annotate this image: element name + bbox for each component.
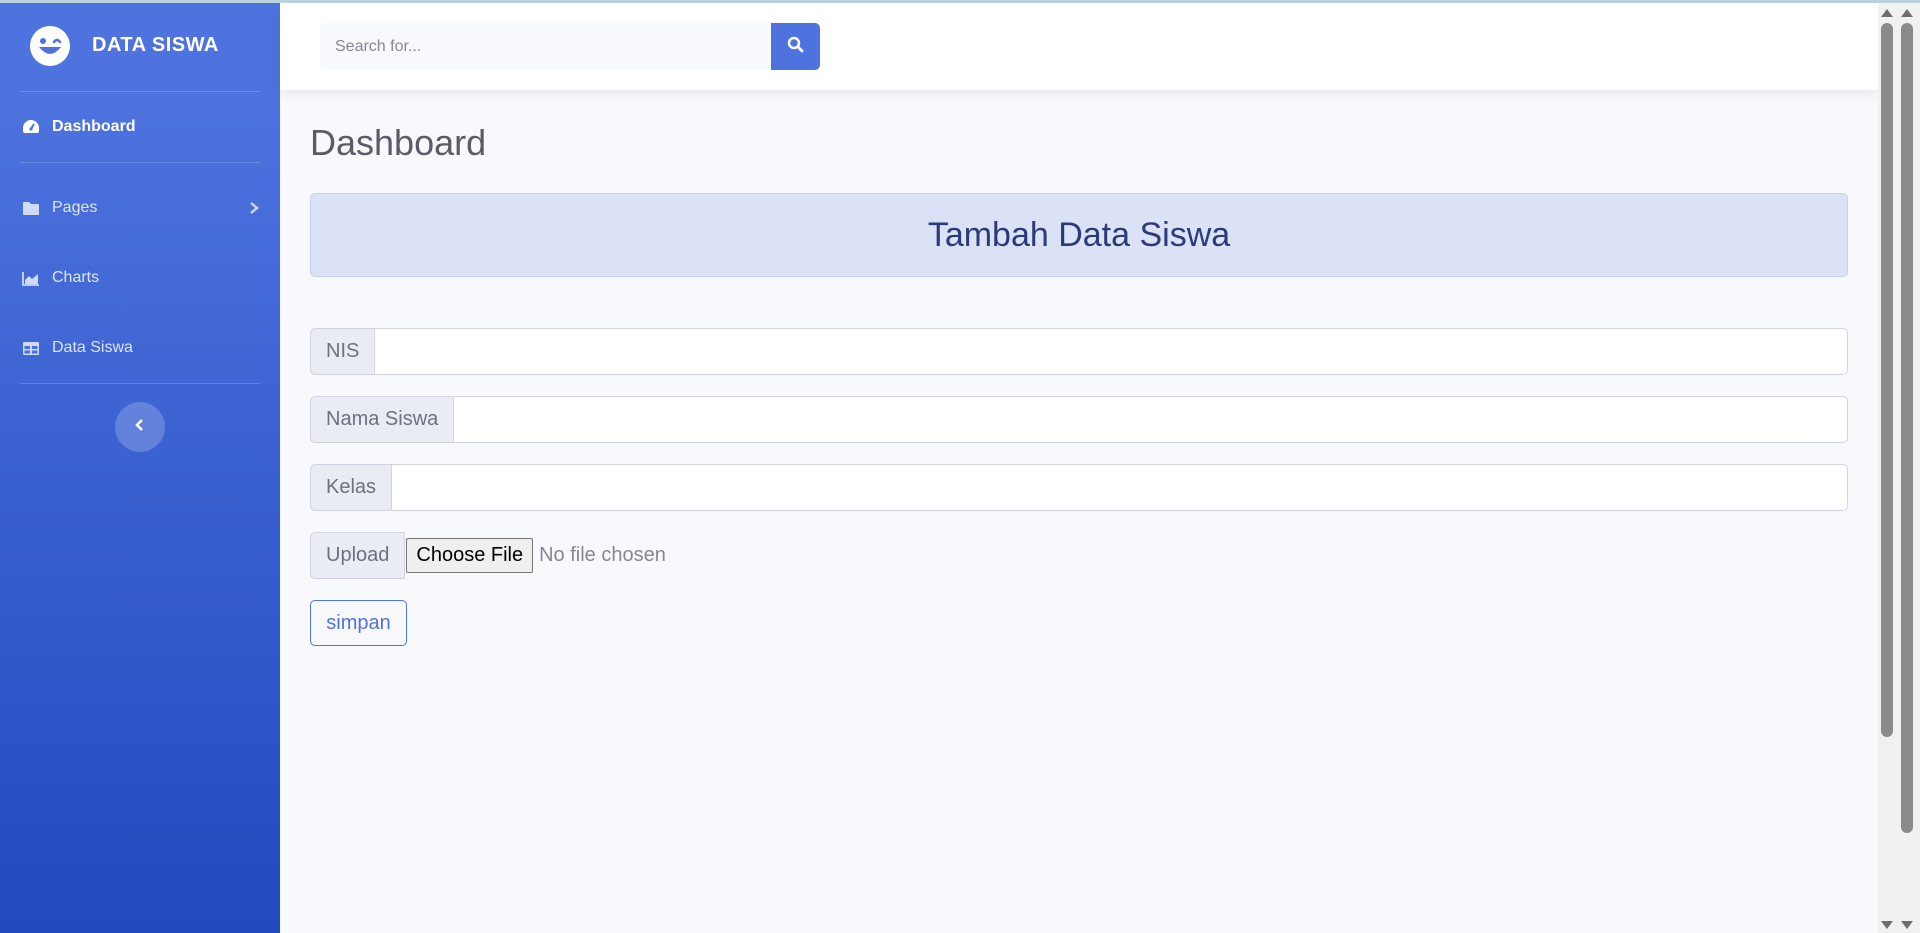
- brand-title: DATA SISWA: [92, 34, 219, 56]
- upload-row: Upload Choose File No file chosen: [310, 532, 1848, 579]
- page-scrollbar[interactable]: [1878, 3, 1920, 933]
- tachometer-icon: [20, 118, 42, 136]
- kelas-row: Kelas: [310, 464, 1848, 511]
- scroll-thumb[interactable]: [1881, 23, 1893, 737]
- page-title: Dashboard: [310, 122, 487, 163]
- kelas-field[interactable]: [391, 464, 1848, 511]
- laugh-wink-icon: [30, 25, 70, 66]
- student-form: NIS Nama Siswa Kelas Upload Choose File …: [310, 328, 1848, 646]
- nis-row: NIS: [310, 328, 1848, 375]
- search-icon: [787, 36, 804, 58]
- sidebar-item-dashboard[interactable]: Dashboard: [0, 92, 280, 162]
- nama-row: Nama Siswa: [310, 396, 1848, 443]
- form-title: Tambah Data Siswa: [927, 215, 1231, 254]
- sidebar: DATA SISWA Dashboard Pages Charts Data S…: [0, 0, 280, 933]
- simpan-button[interactable]: simpan: [310, 600, 407, 646]
- scroll-thumb[interactable]: [1901, 23, 1913, 833]
- sidebar-item-data-siswa[interactable]: Data Siswa: [0, 313, 280, 383]
- sidebar-toggle-button[interactable]: [115, 402, 165, 452]
- main-content: Dashboard Tambah Data Siswa NIS Nama Sis…: [310, 90, 1848, 646]
- chart-area-icon: [20, 269, 42, 287]
- chevron-left-icon: [134, 418, 146, 437]
- search-button[interactable]: [771, 23, 820, 70]
- sidebar-brand[interactable]: DATA SISWA: [0, 0, 280, 91]
- kelas-label: Kelas: [310, 464, 392, 511]
- sidebar-item-label: Dashboard: [52, 118, 136, 135]
- topbar: [280, 3, 1878, 90]
- nis-field[interactable]: [374, 328, 1848, 375]
- nama-field[interactable]: [453, 396, 1848, 443]
- sidebar-item-label: Charts: [52, 269, 100, 286]
- form-header-card: Tambah Data Siswa: [310, 193, 1848, 277]
- scroll-down-arrow[interactable]: [1901, 921, 1913, 929]
- folder-icon: [20, 199, 42, 217]
- chevron-right-icon: [248, 201, 260, 215]
- nis-label: NIS: [310, 328, 375, 375]
- sidebar-item-charts[interactable]: Charts: [0, 243, 280, 313]
- window-top-strip: [0, 0, 1920, 3]
- scroll-down-arrow[interactable]: [1881, 921, 1893, 929]
- sidebar-item-label: Pages: [52, 199, 98, 216]
- scroll-up-arrow[interactable]: [1881, 9, 1893, 17]
- choose-file-button[interactable]: Choose File: [406, 538, 534, 573]
- upload-label: Upload: [310, 532, 406, 579]
- search-bar: [320, 23, 820, 70]
- nama-label: Nama Siswa: [310, 396, 454, 443]
- search-input[interactable]: [320, 23, 771, 70]
- file-status: No file chosen: [539, 544, 666, 566]
- sidebar-item-pages[interactable]: Pages: [0, 173, 280, 243]
- scroll-up-arrow[interactable]: [1901, 9, 1913, 17]
- sidebar-item-label: Data Siswa: [52, 339, 133, 356]
- table-icon: [20, 339, 42, 357]
